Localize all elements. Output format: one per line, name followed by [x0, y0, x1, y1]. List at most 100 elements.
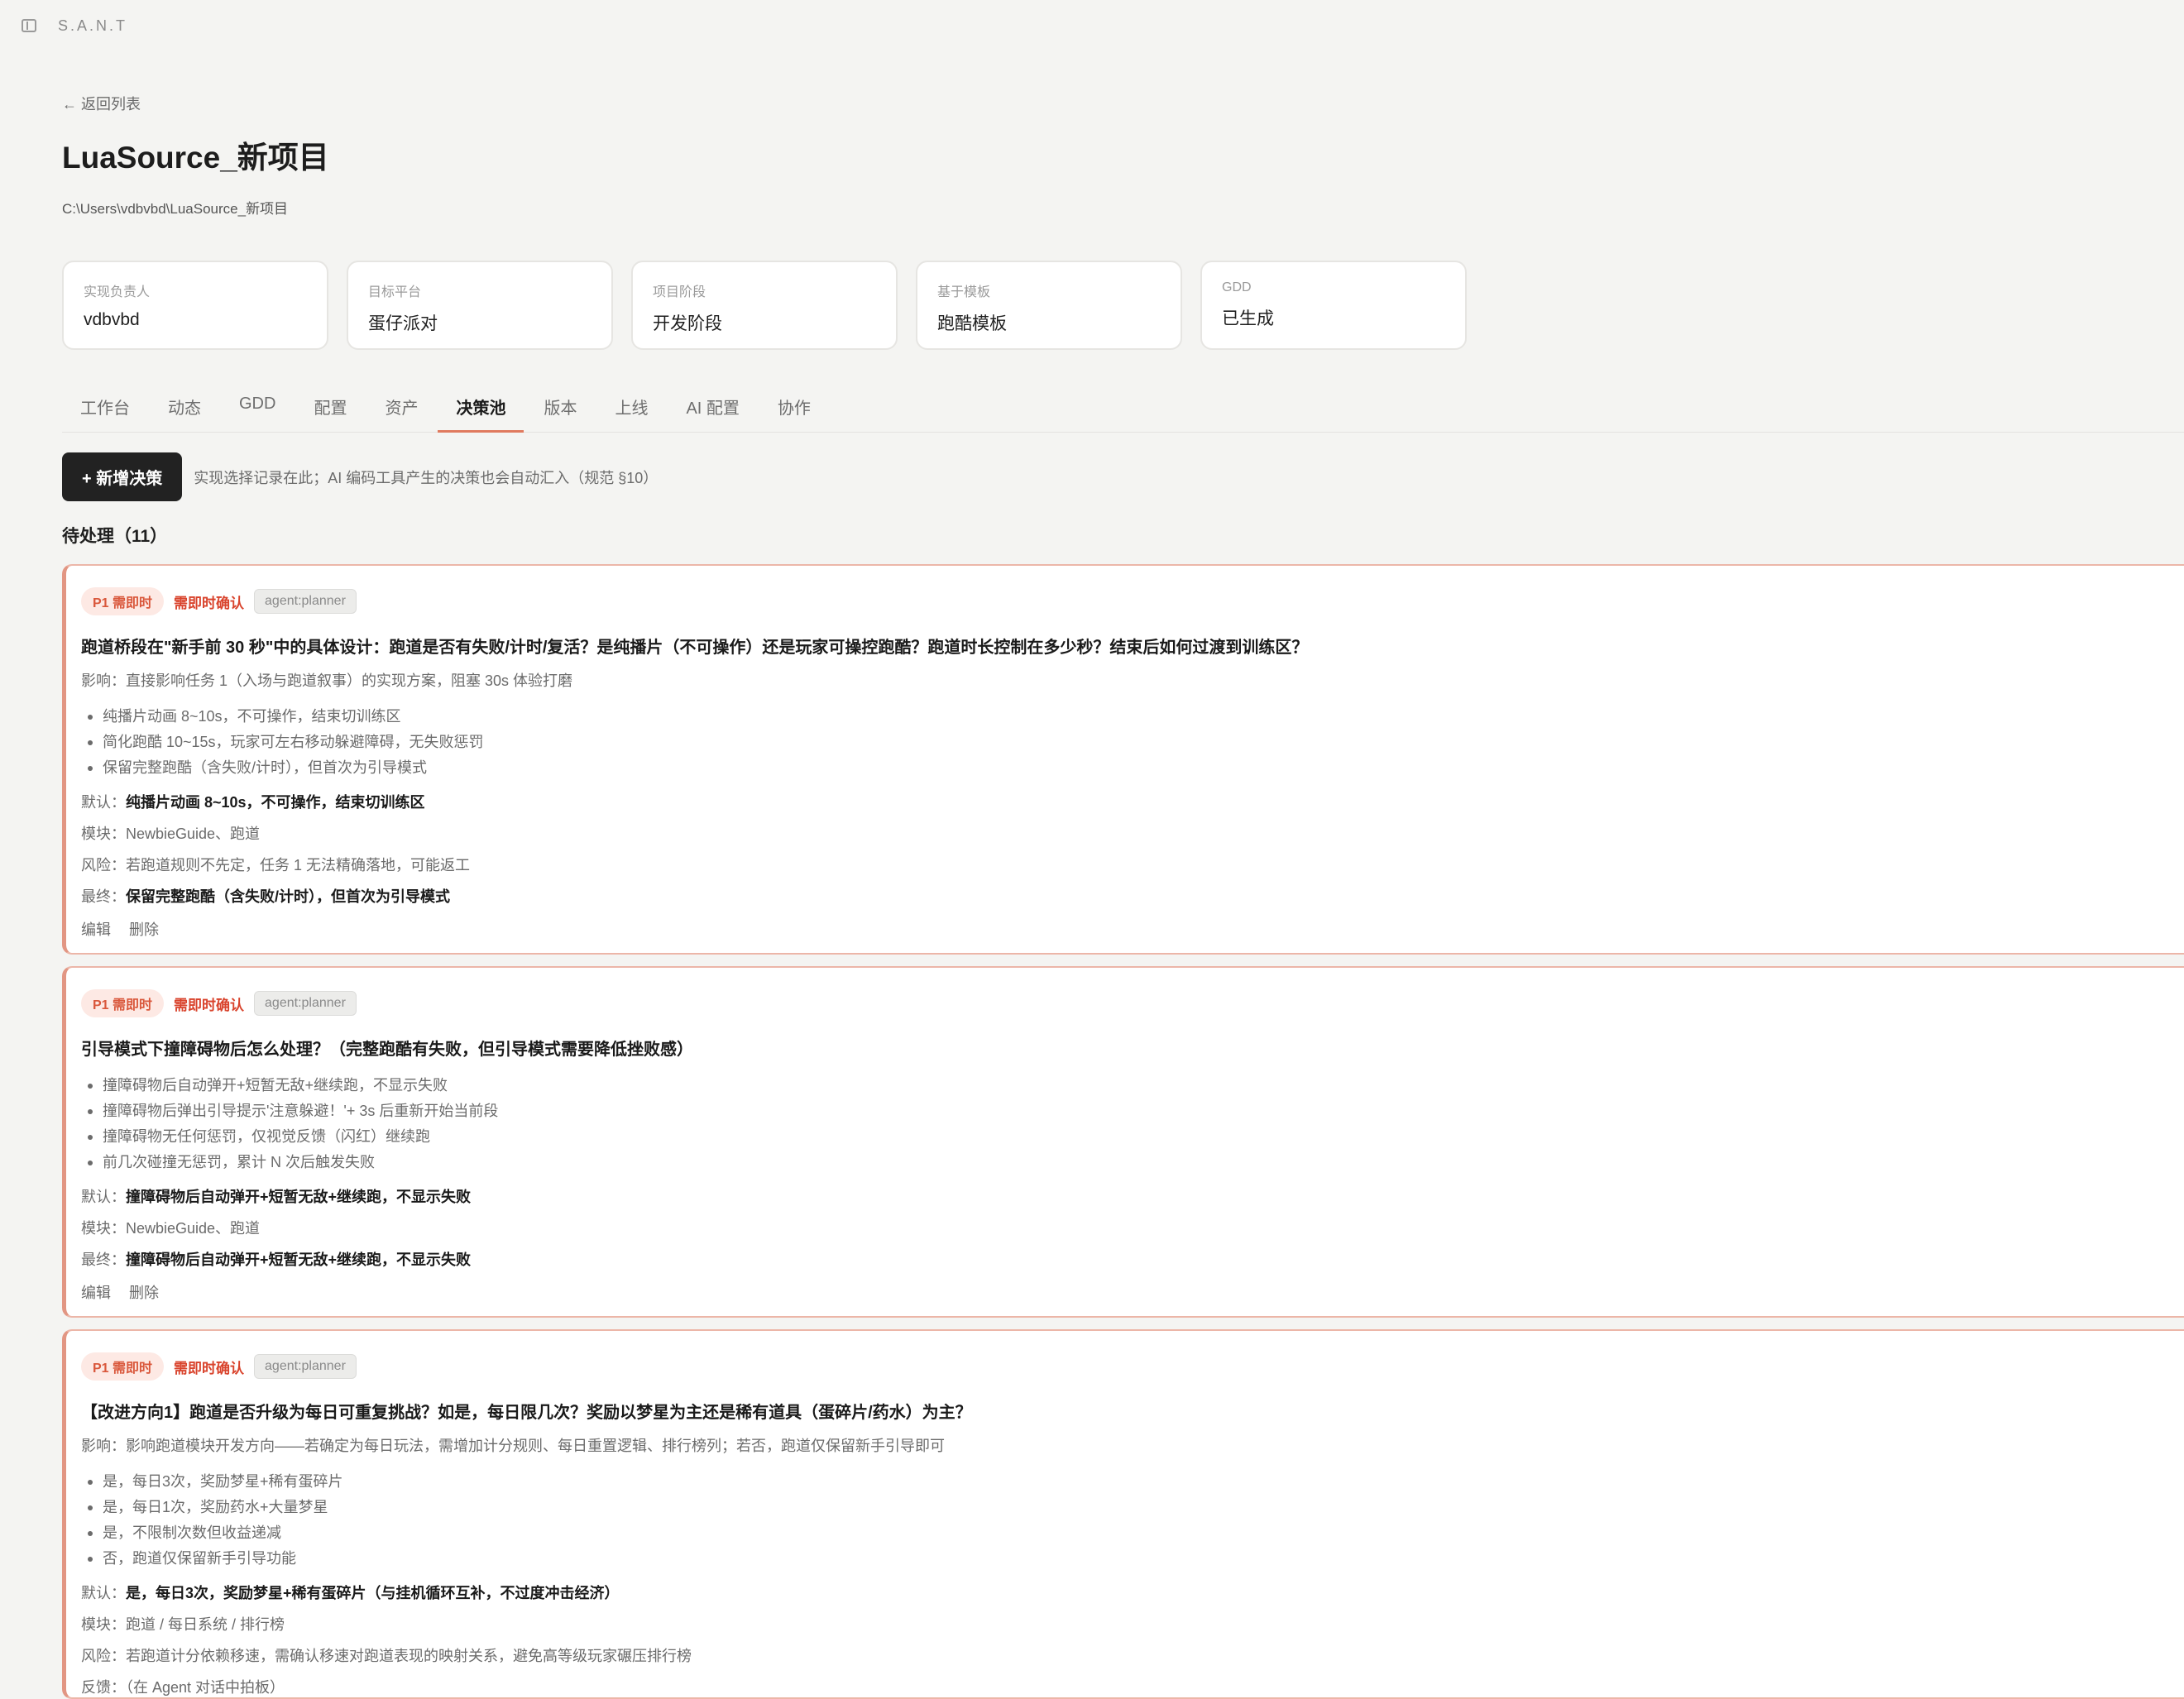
info-card-stage: 项目阶段 开发阶段 [631, 261, 898, 350]
decision-impact: 影响：直接影响任务 1（入场与跑道叙事）的实现方案，阻塞 30s 体验打磨 [81, 669, 2184, 691]
status-badge: 需即时确认 [174, 997, 245, 1013]
decision-tags: P1 需即时 需即时确认 agent:planner [81, 587, 2184, 615]
option-item: 前几次碰撞无惩罚，累计 N 次后触发失败 [81, 1150, 2184, 1175]
decision-toolbar: + 新增决策 实现选择记录在此；AI 编码工具产生的决策也会自动汇入（规范 §1… [62, 452, 2184, 501]
card-value: vdbvbd [84, 310, 140, 329]
status-badge: 需即时确认 [174, 595, 245, 611]
brand-logo: S.A.N.T [58, 17, 128, 34]
module-label: 模块： [81, 1616, 126, 1633]
project-path: C:\Users\vdbvbd\LuaSource_新项目 [62, 201, 289, 217]
tab-ai-config[interactable]: AI 配置 [668, 388, 757, 432]
tab-config[interactable]: 配置 [295, 388, 365, 432]
risk-value: 若跑道计分依赖移速，需确认移速对跑道表现的映射关系，避免高等级玩家碾压排行榜 [126, 1648, 692, 1664]
tab-decision-pool[interactable]: 决策池 [438, 388, 524, 433]
status-badge: 需即时确认 [174, 1360, 245, 1376]
priority-badge: P1 需即时 [81, 1352, 165, 1381]
card-label: GDD [1222, 280, 1252, 294]
agent-badge: agent:planner [254, 1354, 357, 1379]
tab-versions[interactable]: 版本 [525, 388, 595, 432]
module-label: 模块： [81, 1220, 126, 1237]
decision-module: 模块：NewbieGuide、跑道 [81, 824, 2184, 844]
feedback-value: （在 Agent 对话中拍板） [126, 1679, 285, 1696]
decision-actions: 编辑 删除 [81, 1281, 2184, 1316]
decision-impact: 影响：影响跑道模块开发方向——若确定为每日玩法，需增加计分规则、每日重置逻辑、排… [81, 1434, 2184, 1456]
info-card-template: 基于模板 跑酷模板 [916, 261, 1182, 350]
default-value: 纯播片动画 8~10s，不可操作，结束切训练区 [126, 794, 425, 811]
sidebar-toggle-icon[interactable] [22, 19, 36, 32]
card-value: 已生成 [1222, 309, 1274, 328]
add-decision-button[interactable]: + 新增决策 [62, 452, 183, 501]
module-label: 模块： [81, 826, 126, 842]
decision-question: 【改进方向1】跑道是否升级为每日可重复挑战？如是，每日限几次？奖励以梦星为主还是… [81, 1404, 972, 1422]
decision-module: 模块：跑道 / 每日系统 / 排行榜 [81, 1615, 2184, 1634]
default-label: 默认： [81, 1189, 126, 1205]
impact-text: 影响跑道模块开发方向——若确定为每日玩法，需增加计分规则、每日重置逻辑、排行榜列… [126, 1438, 945, 1454]
risk-label: 风险： [81, 1648, 126, 1664]
decision-default: 默认：是，每日3次，奖励梦星+稀有蛋碎片（与挂机循环互补，不过度冲击经济） [81, 1583, 2184, 1603]
project-tabs: 工作台 动态 GDD 配置 资产 决策池 版本 上线 AI 配置 协作 [62, 388, 2184, 433]
info-card-gdd: GDD 已生成 [1200, 261, 1467, 350]
edit-button[interactable]: 编辑 [81, 918, 111, 940]
decision-card: P1 需即时 需即时确认 agent:planner 跑道桥段在"新手前 30 … [62, 564, 2184, 955]
delete-button[interactable]: 删除 [129, 1281, 159, 1303]
delete-button[interactable]: 删除 [129, 918, 159, 940]
tab-gdd[interactable]: GDD [221, 388, 294, 432]
page-title: LuaSource_新项目 [62, 141, 329, 175]
final-value: 保留完整跑酷（含失败/计时），但首次为引导模式 [126, 888, 450, 905]
decision-options: 纯播片动画 8~10s，不可操作，结束切训练区 简化跑酷 10~15s，玩家可左… [81, 704, 2184, 781]
decision-tags: P1 需即时 需即时确认 agent:planner [81, 989, 2184, 1017]
tab-workbench[interactable]: 工作台 [62, 388, 148, 432]
impact-text: 直接影响任务 1（入场与跑道叙事）的实现方案，阻塞 30s 体验打磨 [126, 672, 573, 689]
module-value: NewbieGuide、跑道 [126, 1220, 261, 1237]
project-page: ← 返回列表 LuaSource_新项目 C:\Users\vdbvbd\Lua… [62, 93, 2184, 1699]
decision-module: 模块：NewbieGuide、跑道 [81, 1218, 2184, 1238]
impact-label: 影响： [81, 1438, 126, 1454]
edit-button[interactable]: 编辑 [81, 1281, 111, 1303]
agent-badge: agent:planner [254, 991, 357, 1016]
option-item: 是，每日3次，奖励梦星+稀有蛋碎片 [81, 1469, 2184, 1495]
option-item: 是，不限制次数但收益递减 [81, 1520, 2184, 1546]
decision-final: 最终：撞障碍物后自动弹开+短暂无敌+继续跑，不显示失败 [81, 1250, 2184, 1270]
default-value: 是，每日3次，奖励梦星+稀有蛋碎片（与挂机循环互补，不过度冲击经济） [126, 1585, 620, 1601]
info-card-owner: 实现负责人 vdbvbd [62, 261, 328, 350]
default-label: 默认： [81, 1585, 126, 1601]
option-item: 撞障碍物无任何惩罚，仅视觉反馈（闪红）继续跑 [81, 1124, 2184, 1150]
decision-feedback: 反馈：（在 Agent 对话中拍板） [81, 1677, 2184, 1697]
card-label: 目标平台 [368, 285, 422, 299]
option-item: 撞障碍物后自动弹开+短暂无敌+继续跑，不显示失败 [81, 1073, 2184, 1098]
project-info-cards: 实现负责人 vdbvbd 目标平台 蛋仔派对 项目阶段 开发阶段 基于模板 跑酷… [62, 261, 2184, 350]
final-value: 撞障碍物后自动弹开+短暂无敌+继续跑，不显示失败 [126, 1252, 472, 1268]
decision-card: P1 需即时 需即时确认 agent:planner 【改进方向1】跑道是否升级… [62, 1329, 2184, 1699]
card-value: 跑酷模板 [937, 314, 1007, 333]
info-card-platform: 目标平台 蛋仔派对 [347, 261, 613, 350]
tab-assets[interactable]: 资产 [366, 388, 436, 432]
option-item: 简化跑酷 10~15s，玩家可左右移动躲避障碍，无失败惩罚 [81, 730, 2184, 755]
tab-activity[interactable]: 动态 [150, 388, 219, 432]
decision-default: 默认：撞障碍物后自动弹开+短暂无敌+继续跑，不显示失败 [81, 1187, 2184, 1207]
decision-question: 跑道桥段在"新手前 30 秒"中的具体设计：跑道是否有失败/计时/复活？是纯播片… [81, 639, 1309, 657]
back-to-list-link[interactable]: ← 返回列表 [62, 93, 2184, 114]
decision-actions: 编辑 删除 [81, 918, 2184, 953]
option-item: 是，每日1次，奖励药水+大量梦星 [81, 1495, 2184, 1520]
topbar: S.A.N.T [22, 15, 127, 36]
decision-options: 是，每日3次，奖励梦星+稀有蛋碎片 是，每日1次，奖励药水+大量梦星 是，不限制… [81, 1469, 2184, 1572]
option-item: 纯播片动画 8~10s，不可操作，结束切训练区 [81, 704, 2184, 730]
priority-badge: P1 需即时 [81, 989, 165, 1017]
final-label: 最终： [81, 1252, 126, 1268]
tab-collaboration[interactable]: 协作 [759, 388, 829, 432]
default-value: 撞障碍物后自动弹开+短暂无敌+继续跑，不显示失败 [126, 1189, 472, 1205]
module-value: NewbieGuide、跑道 [126, 826, 261, 842]
default-label: 默认： [81, 794, 126, 811]
option-item: 否，跑道仅保留新手引导功能 [81, 1546, 2184, 1572]
pending-section-title: 待处理（11） [62, 527, 168, 546]
card-value: 开发阶段 [653, 314, 722, 333]
tab-launch[interactable]: 上线 [596, 388, 666, 432]
module-value: 跑道 / 每日系统 / 排行榜 [126, 1616, 285, 1633]
decision-risk: 风险：若跑道规则不先定，任务 1 无法精确落地，可能返工 [81, 855, 2184, 875]
decision-question: 引导模式下撞障碍物后怎么处理？（完整跑酷有失败，但引导模式需要降低挫败感） [81, 1041, 693, 1059]
card-label: 基于模板 [937, 285, 991, 299]
risk-value: 若跑道规则不先定，任务 1 无法精确落地，可能返工 [126, 857, 471, 873]
decision-final: 最终：保留完整跑酷（含失败/计时），但首次为引导模式 [81, 887, 2184, 907]
feedback-label: 反馈： [81, 1679, 126, 1696]
decision-options: 撞障碍物后自动弹开+短暂无敌+继续跑，不显示失败 撞障碍物后弹出引导提示'注意躲… [81, 1073, 2184, 1175]
